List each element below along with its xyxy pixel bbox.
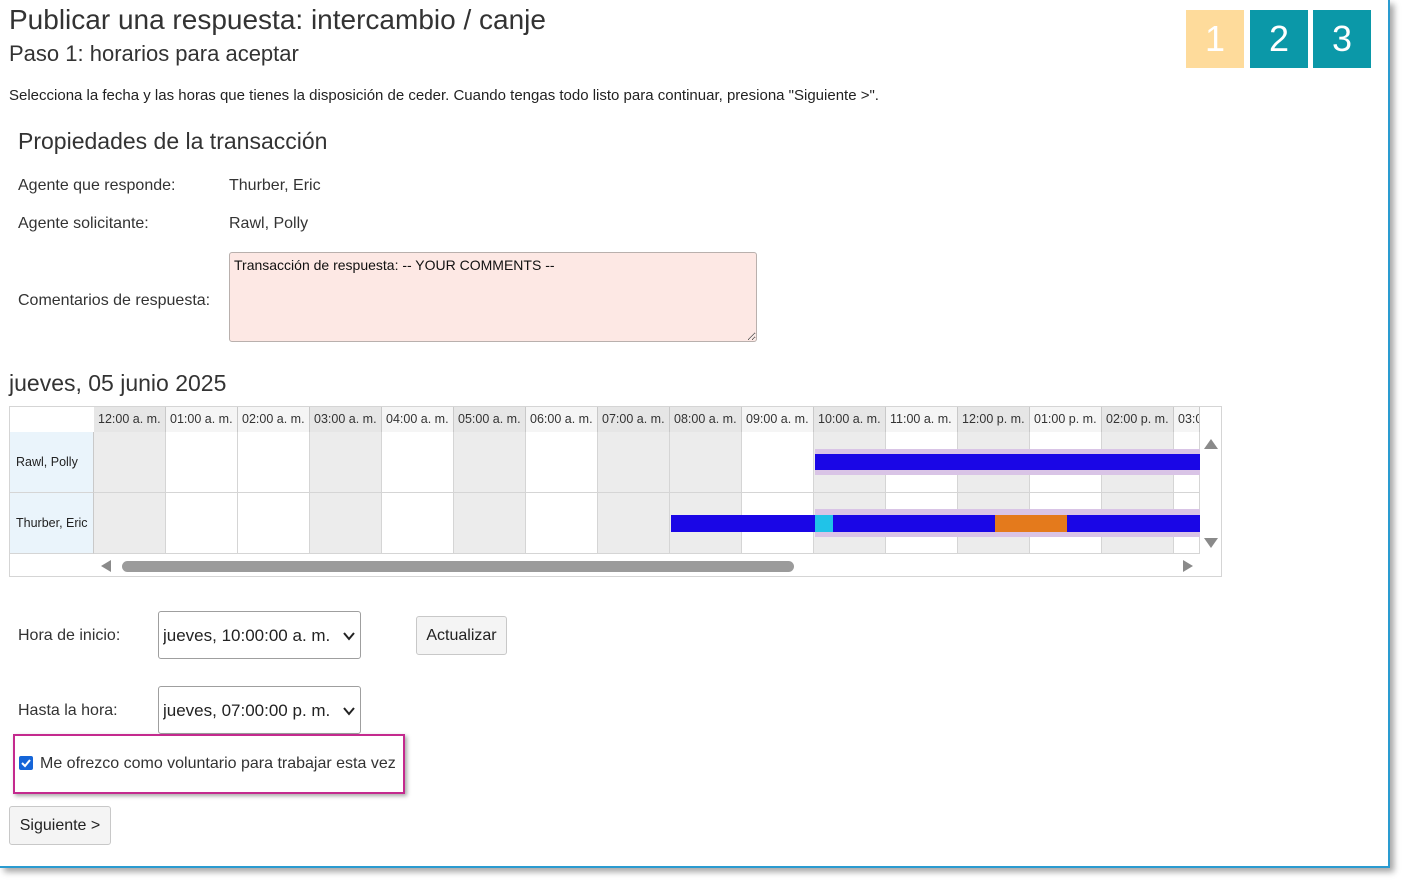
start-time-label: Hora de inicio:: [18, 627, 121, 644]
grid-cell[interactable]: [670, 432, 742, 493]
checkmark-icon: [21, 759, 31, 768]
grid-cell[interactable]: [454, 493, 526, 554]
requesting-agent-value: Rawl, Polly: [229, 215, 309, 232]
scroll-down-icon[interactable]: [1203, 537, 1219, 549]
shift-bar-thurber-midday: [833, 515, 995, 532]
volunteer-checkbox[interactable]: [19, 756, 33, 770]
hour-header: 08:00 a. m.: [670, 407, 742, 432]
grid-cell[interactable]: [382, 493, 454, 554]
hour-header: 12:00 a. m.: [94, 407, 166, 432]
hour-header: 11:00 a. m.: [886, 407, 958, 432]
shift-bar-thurber-morning: [671, 515, 815, 532]
grid-cell[interactable]: [94, 493, 166, 554]
responding-agent-label: Agente que responde:: [18, 177, 176, 194]
volunteer-label[interactable]: Me ofrezco como voluntario para trabajar…: [40, 755, 396, 773]
start-time-select[interactable]: jueves, 10:00:00 a. m.: [158, 611, 361, 659]
grid-cell[interactable]: [742, 432, 814, 493]
break-bar-thurber: [815, 515, 833, 532]
hour-header: 07:00 a. m.: [598, 407, 670, 432]
row-name-thurber: Thurber, Eric: [10, 493, 94, 554]
grid-cell[interactable]: [166, 493, 238, 554]
grid-cell[interactable]: [310, 493, 382, 554]
hour-header: 10:00 a. m.: [814, 407, 886, 432]
grid-cell[interactable]: [526, 432, 598, 493]
grid-cell[interactable]: [310, 432, 382, 493]
comments-label: Comentarios de respuesta:: [18, 292, 211, 309]
grid-cell[interactable]: [382, 432, 454, 493]
grid-cell[interactable]: [454, 432, 526, 493]
properties-title: Propiedades de la transacción: [18, 128, 328, 154]
hour-header: 12:00 p. m.: [958, 407, 1030, 432]
step-2-indicator: 2: [1250, 10, 1308, 68]
update-button[interactable]: Actualizar: [416, 616, 507, 655]
page-title: Publicar una respuesta: intercambio / ca…: [9, 4, 546, 35]
next-button[interactable]: Siguiente >: [9, 806, 111, 845]
grid-cell[interactable]: [166, 432, 238, 493]
grid-cell[interactable]: [238, 432, 310, 493]
responding-agent-value: Thurber, Eric: [229, 177, 321, 194]
hour-header: 01:00 p. m.: [1030, 407, 1102, 432]
hour-header: 02:00 a. m.: [238, 407, 310, 432]
shift-bar-thurber-afternoon: [1067, 515, 1200, 532]
comments-textarea[interactable]: [229, 252, 757, 342]
scroll-up-icon[interactable]: [1203, 438, 1219, 450]
lunch-bar-thurber: [995, 515, 1067, 532]
schedule-grid: 12:00 a. m. 01:00 a. m. 02:00 a. m. 03:00 a…: [9, 406, 1222, 577]
hour-header: 03:00 a. m.: [310, 407, 382, 432]
row-name-rawl: Rawl, Polly: [10, 432, 94, 493]
step-3-indicator: 3: [1313, 10, 1371, 68]
requesting-agent-label: Agente solicitante:: [18, 215, 149, 232]
hour-header: 09:00 a. m.: [742, 407, 814, 432]
grid-cell[interactable]: [598, 493, 670, 554]
grid-cell[interactable]: [238, 493, 310, 554]
grid-cell[interactable]: [94, 432, 166, 493]
hour-header: 04:00 a. m.: [382, 407, 454, 432]
scroll-left-icon[interactable]: [100, 559, 112, 573]
scroll-right-icon[interactable]: [1182, 559, 1194, 573]
end-time-label: Hasta la hora:: [18, 702, 118, 719]
hour-header: 03:0: [1174, 407, 1200, 432]
instructions-text: Selecciona la fecha y las horas que tien…: [9, 87, 879, 104]
shift-bar-rawl: [815, 454, 1200, 470]
step-1-indicator: 1: [1186, 10, 1244, 68]
end-time-select[interactable]: jueves, 07:00:00 p. m.: [158, 686, 361, 734]
grid-cell[interactable]: [598, 432, 670, 493]
grid-cell[interactable]: [526, 493, 598, 554]
schedule-date: jueves, 05 junio 2025: [9, 370, 227, 396]
grid-corner: [10, 407, 94, 432]
page-subtitle: Paso 1: horarios para aceptar: [9, 41, 299, 66]
hour-header: 01:00 a. m.: [166, 407, 238, 432]
hour-header: 06:00 a. m.: [526, 407, 598, 432]
hour-header: 05:00 a. m.: [454, 407, 526, 432]
horizontal-scroll-thumb[interactable]: [122, 561, 794, 572]
hour-header: 02:00 p. m.: [1102, 407, 1174, 432]
